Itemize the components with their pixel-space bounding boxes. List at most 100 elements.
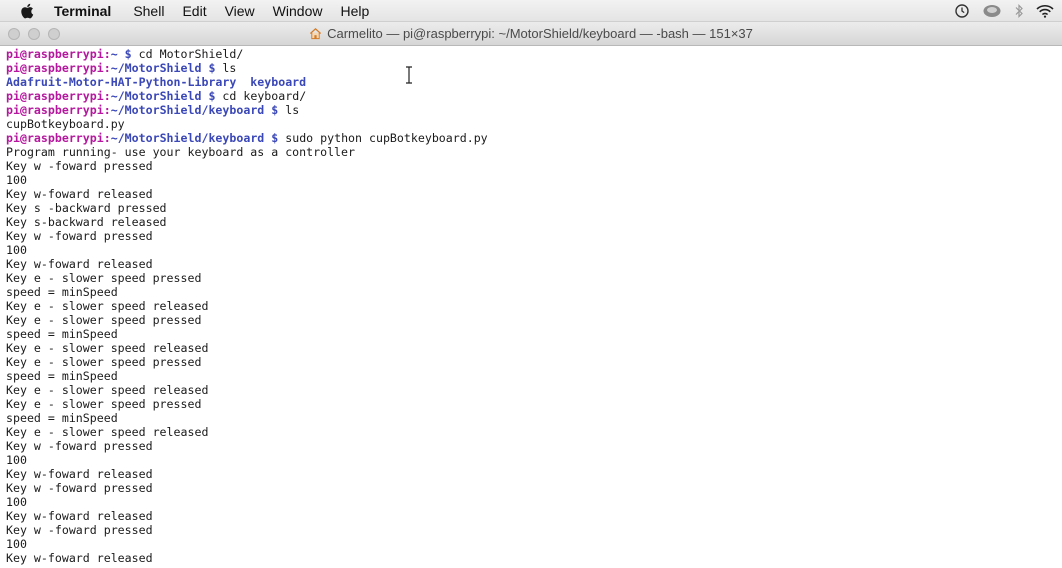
terminal-line: Key w-foward released: [6, 467, 1062, 481]
output-text: Key w-foward released: [6, 187, 153, 201]
bluetooth-icon[interactable]: [1014, 3, 1024, 19]
output-text: speed = minSpeed: [6, 285, 118, 299]
terminal-line: Program running- use your keyboard as a …: [6, 145, 1062, 159]
output-text: Key e - slower speed released: [6, 341, 209, 355]
menu-app-terminal[interactable]: Terminal: [54, 0, 111, 22]
terminal-line: pi@raspberrypi:~/MotorShield $ cd keyboa…: [6, 89, 307, 103]
output-text: Key w -foward pressed: [6, 159, 153, 173]
prompt-user: pi@raspberrypi: [6, 89, 104, 103]
terminal-line: pi@raspberrypi:~/MotorShield/keyboard $ …: [6, 131, 488, 145]
terminal-line: Key e - slower speed pressed: [6, 313, 1062, 327]
prompt-user: pi@raspberrypi: [6, 103, 104, 117]
status-icons: [954, 0, 1054, 22]
apple-menu-icon[interactable]: [20, 3, 36, 19]
terminal-line: Key w-foward released: [6, 551, 1062, 565]
output-text: Key w -foward pressed: [6, 439, 153, 453]
terminal-line: 100: [6, 453, 1062, 467]
menu-shell[interactable]: Shell: [133, 0, 164, 22]
minimize-button[interactable]: [28, 28, 40, 40]
prompt-path: ~/MotorShield/keyboard: [110, 131, 265, 145]
menu-bar: Terminal Shell Edit View Window Help: [0, 0, 1062, 22]
terminal-line: Key e - slower speed pressed: [6, 271, 1062, 285]
window-titlebar[interactable]: Carmelito — pi@raspberrypi: ~/MotorShiel…: [0, 22, 1062, 46]
terminal-line: 100: [6, 243, 1062, 257]
output-text: Key w -foward pressed: [6, 481, 153, 495]
terminal-line: Key e - slower speed released: [6, 341, 1062, 355]
command-text: cd keyboard/: [222, 89, 307, 103]
terminal-line: pi@raspberrypi:~ $ cd MotorShield/: [6, 47, 244, 61]
output-text: Program running- use your keyboard as a …: [6, 145, 356, 159]
output-text: 100: [6, 537, 27, 551]
output-text: Key w-foward released: [6, 551, 153, 565]
terminal-line: Key w-foward released: [6, 187, 1062, 201]
wifi-icon[interactable]: [1036, 4, 1054, 18]
output-text: Key e - slower speed pressed: [6, 271, 202, 285]
user-status-icon[interactable]: [982, 3, 1002, 19]
terminal-line: 100: [6, 495, 1062, 509]
terminal-line: 100: [6, 537, 1062, 551]
menu-window[interactable]: Window: [273, 0, 323, 22]
prompt-path: ~/MotorShield: [110, 89, 202, 103]
zoom-button[interactable]: [48, 28, 60, 40]
window-controls: [8, 28, 60, 40]
prompt-path: ~/MotorShield: [110, 61, 202, 75]
output-text: Key w-foward released: [6, 257, 153, 271]
output-text: Key e - slower speed released: [6, 383, 209, 397]
terminal-line: Adafruit-Motor-HAT-Python-Library keyboa…: [6, 75, 1062, 89]
menu-edit[interactable]: Edit: [182, 0, 206, 22]
text-cursor-icon: [406, 66, 412, 84]
time-machine-icon[interactable]: [954, 3, 970, 19]
command-text: ls: [285, 103, 300, 117]
terminal-line: Key e - slower speed released: [6, 383, 1062, 397]
output-text: Key w-foward released: [6, 509, 153, 523]
output-text: Key e - slower speed released: [6, 299, 209, 313]
output-text: cupBotkeyboard.py: [6, 117, 125, 131]
terminal-line: Key w -foward pressed: [6, 229, 1062, 243]
output-text: Key e - slower speed released: [6, 425, 209, 439]
output-text: 100: [6, 243, 27, 257]
menu-help[interactable]: Help: [340, 0, 369, 22]
output-text: Key e - slower speed pressed: [6, 397, 202, 411]
output-text: speed = minSpeed: [6, 411, 118, 425]
terminal-line: Key w -foward pressed: [6, 439, 1062, 453]
prompt-user: pi@raspberrypi: [6, 61, 104, 75]
prompt-path: ~/MotorShield/keyboard: [110, 103, 265, 117]
command-text: sudo python cupBotkeyboard.py: [285, 131, 488, 145]
command-text: cd MotorShield/: [138, 47, 244, 61]
output-text: Key w -foward pressed: [6, 523, 153, 537]
home-folder-icon: [310, 28, 322, 40]
output-text: Key e - slower speed pressed: [6, 313, 202, 327]
output-text: speed = minSpeed: [6, 327, 118, 341]
terminal-line: Key w -foward pressed: [6, 481, 1062, 495]
close-button[interactable]: [8, 28, 20, 40]
terminal-line: Key e - slower speed released: [6, 299, 1062, 313]
terminal-line: Key e - slower speed pressed: [6, 355, 1062, 369]
output-text: Key s-backward released: [6, 215, 167, 229]
terminal-line: Key s -backward pressed: [6, 201, 1062, 215]
directory-listing: Adafruit-Motor-HAT-Python-Library keyboa…: [6, 75, 307, 89]
terminal-line: Key s-backward released: [6, 215, 1062, 229]
terminal-output[interactable]: pi@raspberrypi:~ $ cd MotorShield/pi@ras…: [0, 46, 1062, 568]
prompt-user: pi@raspberrypi: [6, 47, 104, 61]
output-text: 100: [6, 173, 27, 187]
output-text: speed = minSpeed: [6, 369, 118, 383]
prompt-path: ~: [110, 47, 118, 61]
terminal-line: speed = minSpeed: [6, 369, 1062, 383]
menu-view[interactable]: View: [225, 0, 255, 22]
output-text: Key w -foward pressed: [6, 229, 153, 243]
terminal-line: Key w-foward released: [6, 509, 1062, 523]
output-text: 100: [6, 495, 27, 509]
window-title: Carmelito — pi@raspberrypi: ~/MotorShiel…: [327, 26, 753, 41]
terminal-line: pi@raspberrypi:~/MotorShield $ ls: [6, 61, 237, 75]
terminal-line: Key e - slower speed pressed: [6, 397, 1062, 411]
output-text: Key s -backward pressed: [6, 201, 167, 215]
command-text: ls: [222, 61, 237, 75]
terminal-line: speed = minSpeed: [6, 285, 1062, 299]
output-text: 100: [6, 453, 27, 467]
terminal-line: Key w -foward pressed: [6, 523, 1062, 537]
terminal-line: cupBotkeyboard.py: [6, 117, 1062, 131]
prompt-user: pi@raspberrypi: [6, 131, 104, 145]
terminal-line: pi@raspberrypi:~/MotorShield/keyboard $ …: [6, 103, 300, 117]
terminal-line: Key e - slower speed released: [6, 425, 1062, 439]
terminal-line: speed = minSpeed: [6, 327, 1062, 341]
